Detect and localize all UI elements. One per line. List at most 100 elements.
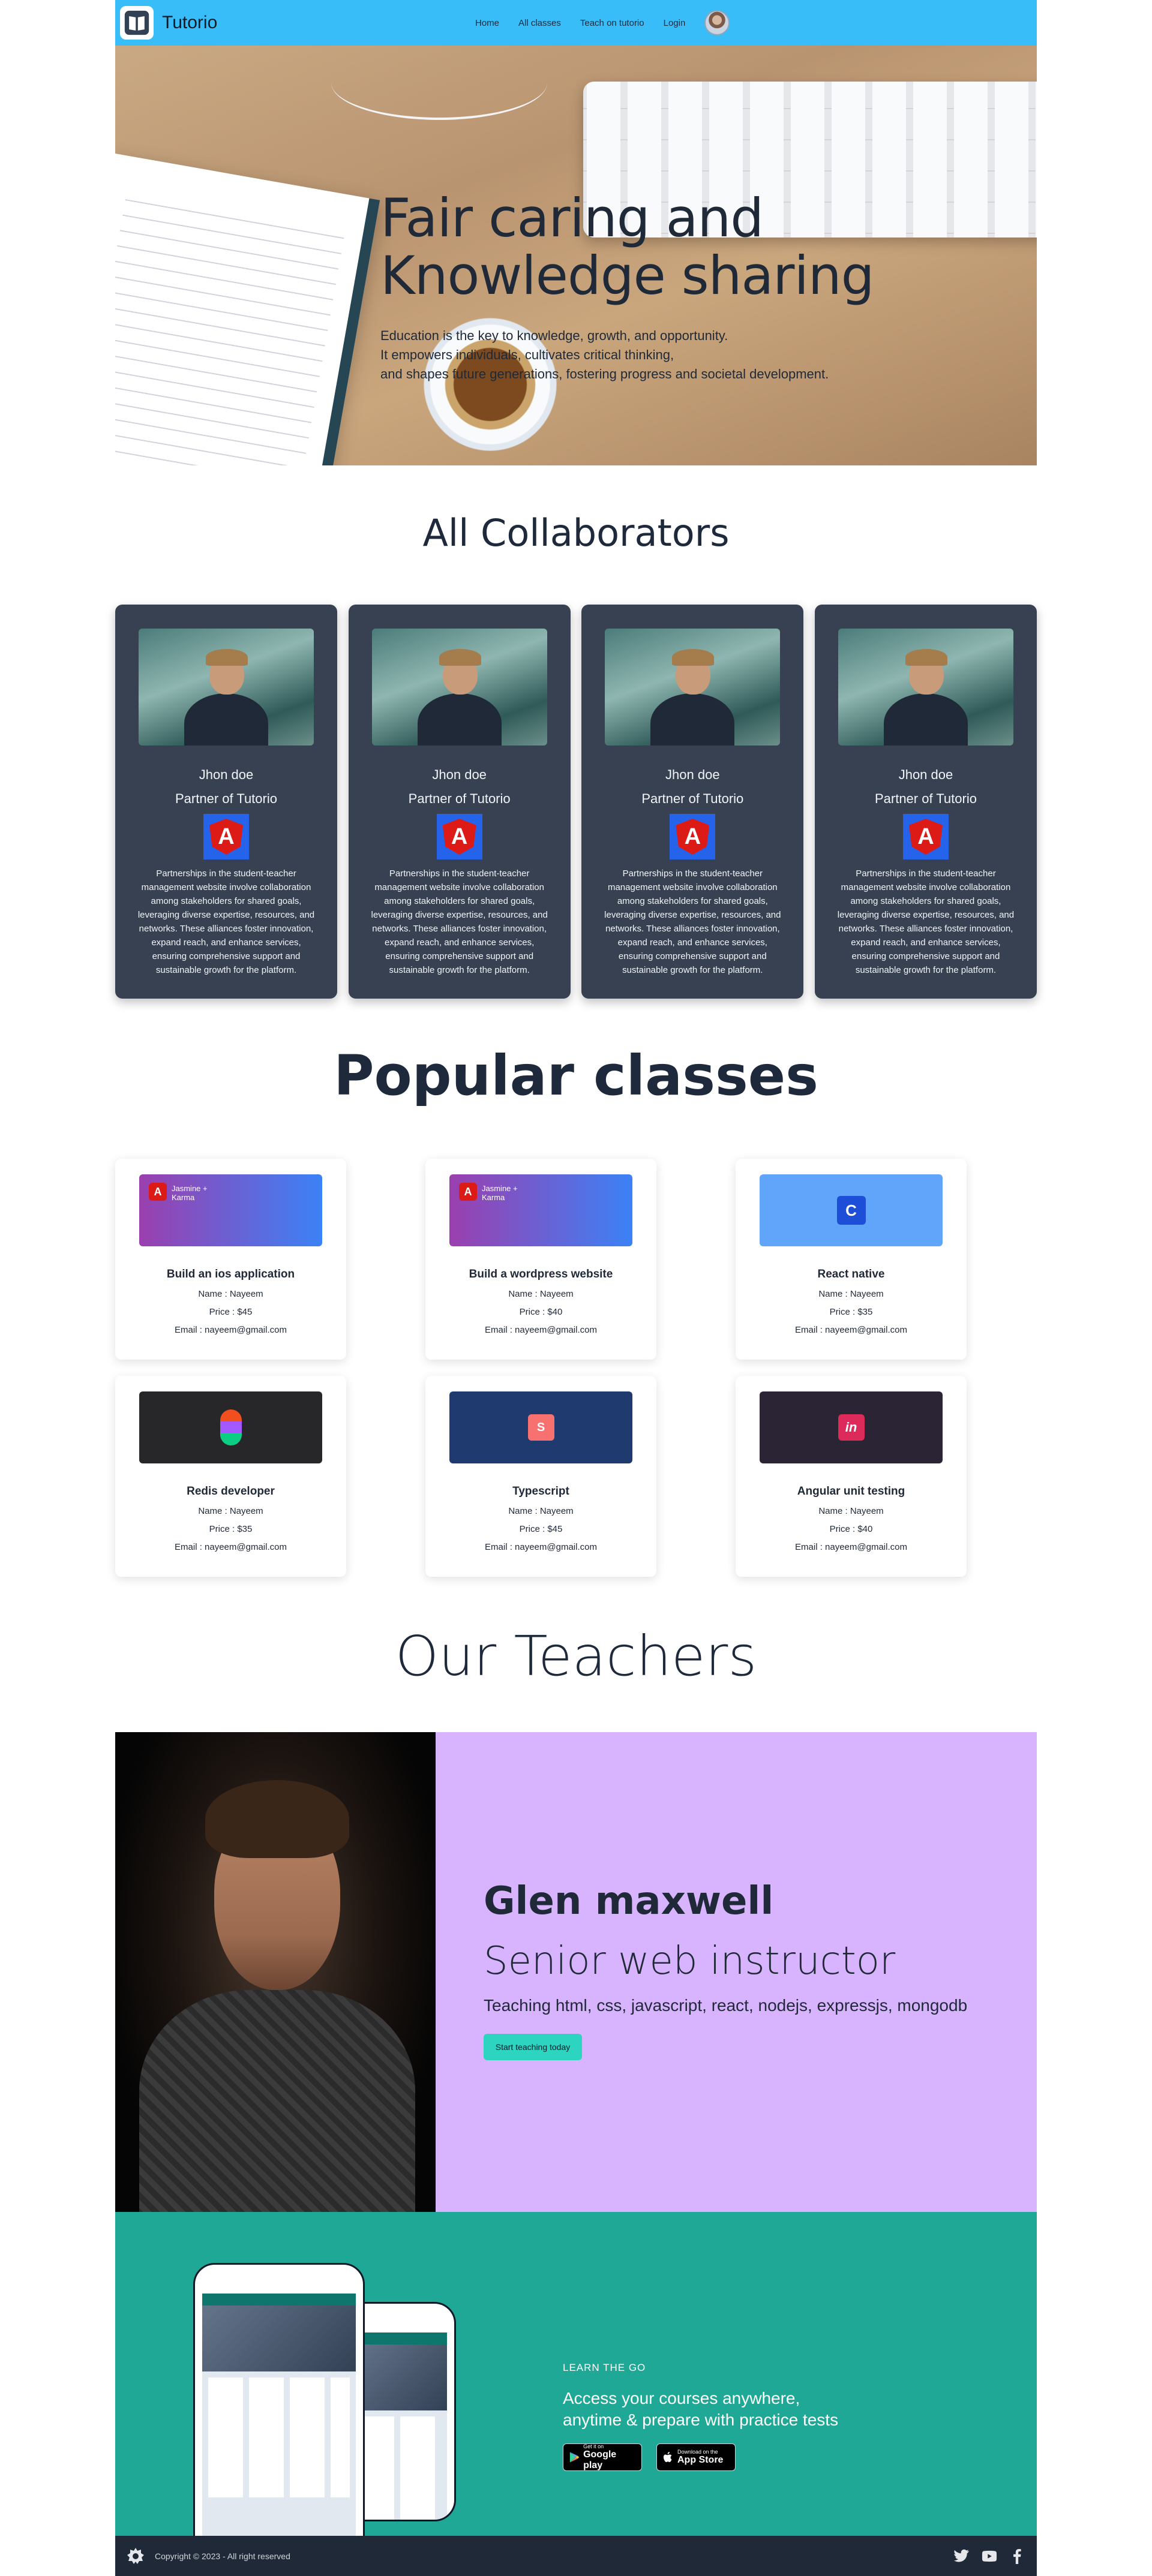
class-email: Email : nayeem@gmail.com [485,1325,597,1335]
class-card[interactable]: C React native Name : Nayeem Price : $35… [736,1159,967,1360]
class-thumbnail: A Jasmine + Karma [449,1174,632,1246]
thumbnail-label: Jasmine + Karma [482,1184,518,1202]
footer: Copyright © 2023 - All right reserved [115,2536,1037,2576]
hero-banner: Fair caring and Knowledge sharing Educat… [115,46,1037,465]
nav-link-teach[interactable]: Teach on tutorio [580,18,644,28]
earphones-decoration [331,46,547,120]
start-teaching-button[interactable]: Start teaching today [484,2034,582,2060]
app-store-button[interactable]: Download on the App Store [656,2443,736,2471]
notebook-decoration [115,154,380,465]
hero-title: Fair caring and Knowledge sharing [380,187,875,306]
class-email: Email : nayeem@gmail.com [795,1542,907,1552]
class-card[interactable]: F Redis developer Name : Nayeem Price : … [115,1376,346,1577]
collaborator-card: Jhon doe Partner of Tutorio A Partnershi… [348,605,571,999]
phone-mockup-front [193,2263,365,2536]
teacher-photo [115,1732,436,2212]
class-price: Price : $35 [829,1307,873,1317]
collaborator-photo [838,629,1013,746]
class-price: Price : $35 [209,1524,253,1534]
angular-logo-icon: A [670,814,716,859]
nav-link-all-classes[interactable]: All classes [518,18,561,28]
swift-icon: S [527,1414,554,1441]
social-links [954,2548,1025,2564]
angular-icon: A [149,1183,167,1201]
collaborator-card: Jhon doe Partner of Tutorio A Partnershi… [115,605,337,999]
collaborator-description: Partnerships in the student-teacher mana… [604,868,781,975]
invision-icon: in [838,1414,865,1441]
class-card[interactable]: in Angular unit testing Name : Nayeem Pr… [736,1376,967,1577]
nav-link-home[interactable]: Home [475,18,499,28]
class-price: Price : $40 [519,1307,563,1317]
collaborator-card: Jhon doe Partner of Tutorio A Partnershi… [814,605,1037,999]
angular-icon: A [459,1183,477,1201]
teachers-title: Our Teachers [395,1624,757,1688]
collaborator-name: Jhon doe [665,767,720,782]
collaborator-role: Partner of Tutorio [408,791,511,806]
book-logo-icon[interactable] [120,6,154,40]
angular-logo-icon: A [902,814,949,859]
gear-logo-icon [127,2547,144,2564]
class-thumbnail: S [449,1391,632,1463]
twitter-icon[interactable] [954,2548,970,2564]
hero-description: Education is the key to knowledge, growt… [380,328,829,381]
collaborators-title: All Collaborators [422,511,730,555]
collaborator-card: Jhon doe Partner of Tutorio A Partnershi… [581,605,804,999]
collaborator-role: Partner of Tutorio [641,791,744,806]
class-teacher: Name : Nayeem [818,1289,884,1299]
google-play-button[interactable]: Get it on Google play [563,2443,642,2471]
collaborator-role: Partner of Tutorio [874,791,977,806]
facebook-icon[interactable] [1009,2548,1025,2564]
youtube-icon[interactable] [982,2548,997,2564]
class-teacher: Name : Nayeem [508,1289,574,1299]
class-price: Price : $45 [209,1307,253,1317]
class-email: Email : nayeem@gmail.com [485,1542,597,1552]
class-card[interactable]: A Jasmine + Karma Build an ios applicati… [115,1159,346,1360]
teacher-profile: Glen maxwell Senior web instructor Teach… [115,1732,1037,2212]
figma-icon: F [220,1409,242,1445]
angular-logo-icon: A [436,814,482,859]
collaborator-name: Jhon doe [199,767,254,782]
mobile-app-section: LEARN THE GO Access your courses anywher… [115,2212,1037,2536]
class-title: React native [817,1268,885,1281]
collaborators-list: Jhon doe Partner of Tutorio A Partnershi… [115,605,1037,999]
nav-links: Home All classes Teach on tutorio Login [475,0,730,46]
apple-icon [663,2452,672,2463]
class-price: Price : $45 [519,1524,563,1534]
class-title: Redis developer [187,1485,275,1498]
thumbnail-label: Jasmine + Karma [172,1184,208,1202]
app-eyebrow: LEARN THE GO [563,2362,646,2373]
class-thumbnail: C [760,1174,943,1246]
collaborator-photo [605,629,781,746]
collaborator-description: Partnerships in the student-teacher mana… [371,868,548,975]
class-price: Price : $40 [829,1524,873,1534]
user-avatar[interactable] [704,10,730,35]
collaborator-photo [371,629,547,746]
app-tagline: Access your courses anywhere, anytime & … [563,2389,839,2429]
teacher-name: Glen maxwell [484,1879,774,1923]
class-card[interactable]: S Typescript Name : Nayeem Price : $45 E… [425,1376,656,1577]
class-teacher: Name : Nayeem [508,1506,574,1516]
navbar: Tutorio Home All classes Teach on tutori… [115,0,1037,46]
popular-classes-title: Popular classes [334,1044,818,1108]
class-card[interactable]: A Jasmine + Karma Build a wordpress webs… [425,1159,656,1360]
class-title: Typescript [512,1485,569,1498]
class-title: Angular unit testing [797,1485,905,1498]
class-email: Email : nayeem@gmail.com [175,1542,287,1552]
brand-name[interactable]: Tutorio [162,13,217,33]
class-thumbnail: in [760,1391,943,1463]
class-thumbnail: A Jasmine + Karma [139,1174,322,1246]
google-play-icon [569,2452,580,2463]
collaborator-name: Jhon doe [432,767,487,782]
collaborator-description: Partnerships in the student-teacher mana… [137,868,315,975]
class-teacher: Name : Nayeem [198,1506,263,1516]
collaborator-description: Partnerships in the student-teacher mana… [837,868,1015,975]
class-teacher: Name : Nayeem [198,1289,263,1299]
class-teacher: Name : Nayeem [818,1506,884,1516]
class-title: Build a wordpress website [469,1268,613,1281]
teacher-role: Senior web instructor [484,1939,896,1983]
code-icon: C [836,1196,866,1225]
class-email: Email : nayeem@gmail.com [175,1325,287,1335]
angular-logo-icon: A [203,814,249,859]
collaborator-name: Jhon doe [898,767,953,782]
nav-link-login[interactable]: Login [664,18,686,28]
